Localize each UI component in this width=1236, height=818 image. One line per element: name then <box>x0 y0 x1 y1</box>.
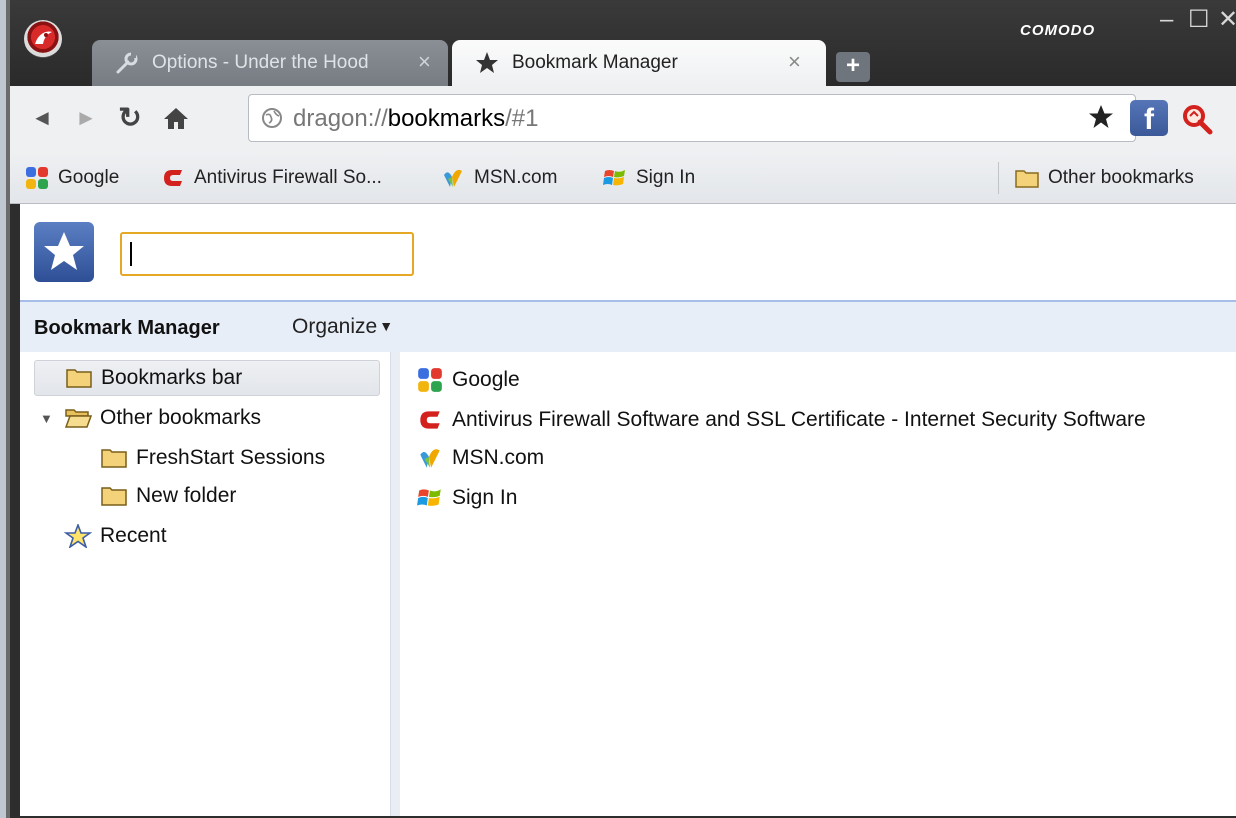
list-item[interactable]: Google <box>416 362 520 398</box>
url-path: /#1 <box>505 105 539 132</box>
manager-header: Bookmark Manager Organize ▼ <box>20 302 1236 352</box>
bookmark-star-icon[interactable] <box>1086 102 1116 132</box>
tab-options-under-the-hood[interactable]: Options - Under the Hood × <box>92 40 448 86</box>
bookmark-label: MSN.com <box>474 167 558 188</box>
list-item[interactable]: Antivirus Firewall Software and SSL Cert… <box>416 402 1146 438</box>
organize-menu[interactable]: Organize ▼ <box>292 315 393 339</box>
comodo-icon <box>164 170 182 186</box>
list-item-label: MSN.com <box>452 446 545 469</box>
facebook-button[interactable]: f <box>1130 100 1168 136</box>
url-text: dragon://bookmarks/#1 <box>293 105 538 133</box>
google-icon <box>26 167 48 189</box>
windows-icon <box>417 489 441 506</box>
tab-title: Bookmark Manager <box>512 52 678 73</box>
list-item[interactable]: MSN.com <box>416 440 544 476</box>
bookmark-manager-page: Bookmark Manager Organize ▼ Bookmarks bar… <box>20 204 1236 816</box>
new-tab-button[interactable]: + <box>836 52 870 82</box>
panel-splitter[interactable] <box>390 352 400 816</box>
organize-label: Organize <box>292 315 378 338</box>
home-icon <box>164 108 188 129</box>
windows-icon <box>603 170 625 186</box>
list-item-label: Google <box>452 368 520 391</box>
recent-star-icon <box>64 524 92 548</box>
tree-item-recent[interactable]: Recent <box>64 518 167 554</box>
comodo-icon <box>420 411 440 429</box>
title-bar: Options - Under the Hood × Bookmark Mana… <box>10 0 1236 86</box>
wrench-icon <box>116 52 138 74</box>
msn-icon <box>444 169 462 187</box>
forward-button[interactable]: ► <box>70 102 102 134</box>
bookmark-search-input[interactable] <box>120 232 414 276</box>
tree-item-bookmarks-bar[interactable]: Bookmarks bar <box>34 360 380 396</box>
dragon-logo-icon[interactable] <box>24 20 62 58</box>
bookmark-manager-star-icon <box>34 222 94 282</box>
bookmark-sign-in[interactable]: Sign In <box>602 164 695 192</box>
caret-down-icon: ▼ <box>379 318 394 334</box>
tree-label: Other bookmarks <box>100 406 262 429</box>
bookmark-google[interactable]: Google <box>24 164 119 192</box>
window-left-edge <box>0 0 10 818</box>
tree-label: New folder <box>136 484 237 507</box>
tab-bookmark-manager[interactable]: Bookmark Manager × <box>452 40 826 86</box>
google-icon <box>418 368 442 392</box>
other-bookmarks-label: Other bookmarks <box>1048 167 1194 188</box>
folder-icon <box>101 487 127 506</box>
list-item-label: Antivirus Firewall Software and SSL Cert… <box>452 408 1146 431</box>
url-host: bookmarks <box>387 105 506 132</box>
magnifier-icon[interactable] <box>1180 102 1214 136</box>
address-bar[interactable]: dragon://bookmarks/#1 <box>248 94 1136 142</box>
tree-label: Recent <box>100 524 167 547</box>
star-icon <box>476 52 498 73</box>
tree-label: Bookmarks bar <box>101 366 243 389</box>
url-scheme: dragon:// <box>293 105 388 132</box>
bookmarks-bar-separator <box>998 162 999 194</box>
tab-close-icon[interactable]: × <box>788 50 801 74</box>
folder-icon <box>66 369 92 388</box>
globe-icon <box>262 108 282 128</box>
bookmark-comodo[interactable]: Antivirus Firewall So... <box>160 164 382 192</box>
home-button[interactable] <box>160 102 192 134</box>
navigation-toolbar: ◄ ► ↻ dragon://bookmarks/#1 f <box>10 86 1236 152</box>
minimize-button[interactable]: – <box>1160 8 1173 32</box>
text-cursor <box>130 242 132 266</box>
folder-icon <box>1015 170 1039 188</box>
browser-window: Options - Under the Hood × Bookmark Mana… <box>0 0 1236 818</box>
tab-close-icon[interactable]: × <box>418 50 431 74</box>
reload-button[interactable]: ↻ <box>114 102 146 134</box>
bookmark-label: Google <box>58 167 120 188</box>
other-bookmarks-button[interactable]: Other bookmarks <box>1014 164 1194 192</box>
expand-triangle-icon[interactable]: ▼ <box>40 411 58 426</box>
folder-icon <box>101 449 127 468</box>
bookmark-label: Antivirus Firewall So... <box>194 167 382 188</box>
list-item[interactable]: Sign In <box>416 480 517 516</box>
tree-item-freshstart-sessions[interactable]: FreshStart Sessions <box>100 440 325 476</box>
page-title: Bookmark Manager <box>34 317 220 339</box>
bookmarks-bar: Google Antivirus Firewall So... MSN.com … <box>10 152 1236 204</box>
tab-title: Options - Under the Hood <box>152 52 369 73</box>
folder-tree: Bookmarks bar ▼ Other bookmarks FreshSta… <box>20 352 390 816</box>
tree-item-new-folder[interactable]: New folder <box>100 478 236 514</box>
tree-label: FreshStart Sessions <box>136 446 326 469</box>
open-folder-icon <box>64 409 92 428</box>
maximize-button[interactable]: ☐ <box>1188 8 1210 32</box>
brand-label: COMODO <box>1020 22 1096 39</box>
tree-item-other-bookmarks[interactable]: ▼ Other bookmarks <box>40 400 261 436</box>
back-button[interactable]: ◄ <box>26 102 58 134</box>
msn-icon <box>420 449 440 468</box>
list-item-label: Sign In <box>452 486 518 509</box>
bookmark-list: Google Antivirus Firewall Software and S… <box>400 352 1236 816</box>
close-window-button[interactable]: ✕ <box>1218 8 1236 32</box>
bookmark-label: Sign In <box>636 167 696 188</box>
bookmark-msn[interactable]: MSN.com <box>440 164 557 192</box>
